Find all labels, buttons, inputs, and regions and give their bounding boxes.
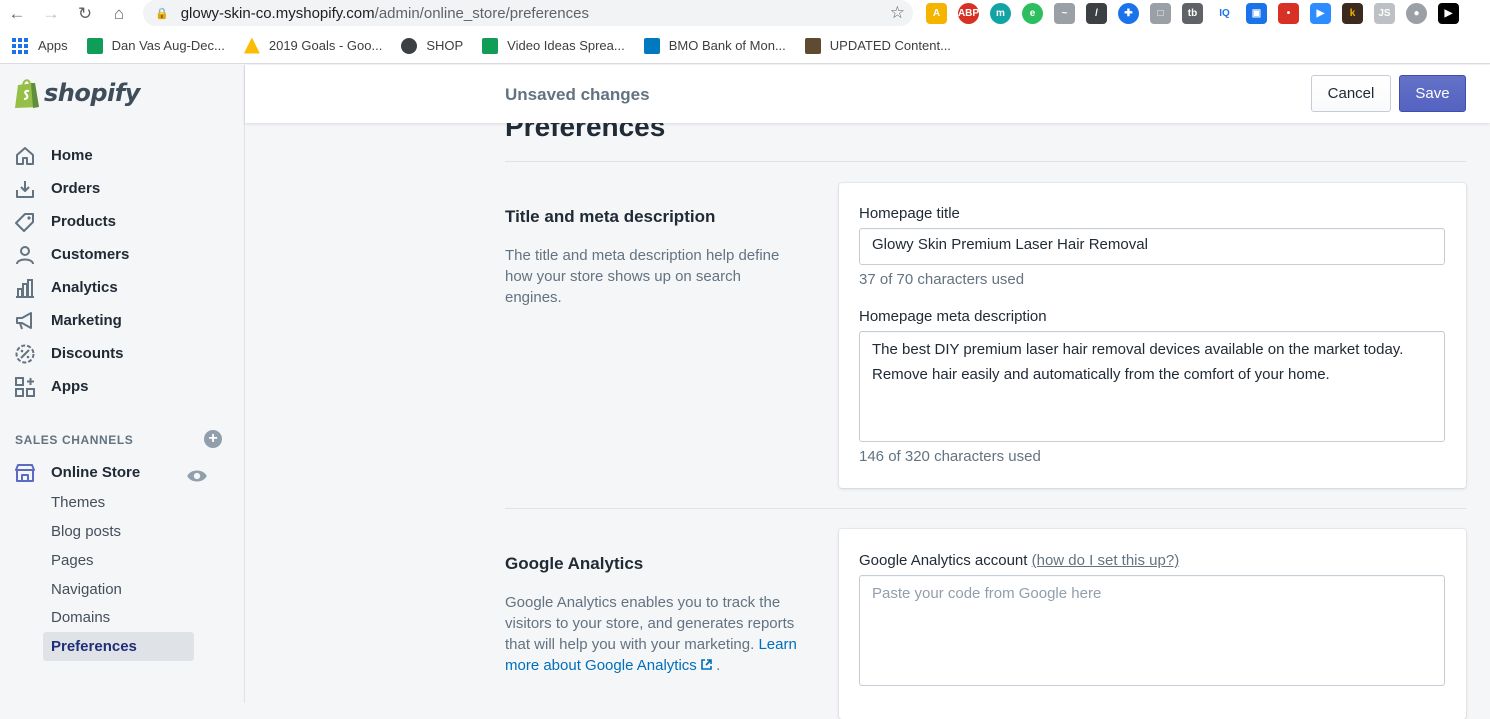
bookmark-item[interactable]: Video Ideas Sprea... bbox=[482, 37, 625, 54]
title-meta-card: Homepage title 37 of 70 characters used … bbox=[839, 183, 1466, 488]
nav-home[interactable]: Home bbox=[14, 139, 234, 172]
extension-icon[interactable]: □ bbox=[1150, 3, 1171, 24]
sheets-icon bbox=[482, 37, 499, 54]
meta-description-label: Homepage meta description bbox=[859, 308, 1047, 325]
orders-icon bbox=[16, 180, 34, 198]
google-analytics-heading: Google Analytics bbox=[505, 554, 644, 573]
bookmark-item[interactable]: 2019 Goals - Goo... bbox=[243, 37, 382, 54]
cancel-button[interactable]: Cancel bbox=[1311, 75, 1391, 112]
divider bbox=[505, 161, 1466, 162]
unsaved-changes-text: Unsaved changes bbox=[505, 85, 650, 104]
back-icon[interactable]: ← bbox=[0, 0, 34, 28]
adblock-icon[interactable]: ABP bbox=[958, 3, 979, 24]
google-analytics-description: Google Analytics enables you to track th… bbox=[505, 594, 797, 674]
nav-orders[interactable]: Orders bbox=[14, 172, 234, 205]
extension-icon[interactable]: A bbox=[926, 3, 947, 24]
nav-customers[interactable]: Customers bbox=[14, 238, 234, 271]
forward-icon[interactable]: → bbox=[34, 0, 68, 28]
extension-icon[interactable]: ● bbox=[1406, 3, 1427, 24]
setup-help-link[interactable]: (how do I set this up?) bbox=[1032, 552, 1180, 569]
homepage-title-label: Homepage title bbox=[859, 205, 960, 222]
home-icon bbox=[16, 146, 34, 165]
lock-icon: 🔒 bbox=[155, 7, 169, 20]
sub-item-preferences[interactable]: Preferences bbox=[43, 632, 194, 661]
sub-item-pages[interactable]: Pages bbox=[43, 546, 194, 575]
sidebar: shopify Home Orders Products Customers A… bbox=[0, 65, 245, 703]
nav-analytics[interactable]: Analytics bbox=[14, 271, 234, 304]
save-button[interactable]: Save bbox=[1399, 75, 1466, 112]
extension-icon[interactable]: ~ bbox=[1054, 3, 1075, 24]
analytics-code-textarea[interactable] bbox=[859, 575, 1445, 686]
apps-grid-icon bbox=[12, 37, 28, 54]
tag-icon bbox=[15, 212, 34, 232]
bookmark-item[interactable]: Dan Vas Aug-Dec... bbox=[86, 37, 225, 54]
document-icon bbox=[804, 37, 821, 54]
bookmark-star-icon[interactable]: ☆ bbox=[890, 3, 905, 23]
bookmark-item[interactable]: SHOP bbox=[401, 37, 463, 54]
extension-icon[interactable]: m bbox=[990, 3, 1011, 24]
address-bar[interactable]: 🔒 glowy-skin-co.myshopify.com/admin/onli… bbox=[143, 0, 913, 26]
extension-icon[interactable]: / bbox=[1086, 3, 1107, 24]
nav-marketing[interactable]: Marketing bbox=[14, 304, 234, 337]
drive-icon bbox=[243, 37, 260, 54]
extension-icon[interactable]: k bbox=[1342, 3, 1363, 24]
meta-description-count: 146 of 320 characters used bbox=[859, 448, 1041, 465]
bookmark-apps[interactable]: Apps bbox=[12, 37, 68, 54]
homepage-title-input[interactable] bbox=[859, 228, 1445, 265]
contextual-save-bar: Unsaved changes Cancel Save bbox=[245, 65, 1490, 123]
extension-icon[interactable]: IQ bbox=[1214, 3, 1235, 24]
sub-item-navigation[interactable]: Navigation bbox=[43, 575, 194, 604]
store-icon bbox=[15, 463, 35, 482]
bar-chart-icon bbox=[16, 278, 34, 298]
bookmark-item[interactable]: BMO Bank of Mon... bbox=[643, 37, 786, 54]
title-meta-description: The title and meta description help defi… bbox=[505, 247, 780, 306]
extension-icon[interactable]: JS bbox=[1374, 3, 1395, 24]
home-browser-icon[interactable]: ⌂ bbox=[102, 0, 136, 28]
globe-icon bbox=[401, 37, 418, 54]
url-path: /admin/online_store/preferences bbox=[374, 4, 589, 22]
sub-item-blog-posts[interactable]: Blog posts bbox=[43, 517, 194, 546]
apps-icon bbox=[15, 376, 35, 397]
title-meta-heading: Title and meta description bbox=[505, 207, 716, 226]
add-channel-icon[interactable]: + bbox=[204, 430, 222, 448]
meta-description-textarea[interactable]: The best DIY premium laser hair removal … bbox=[859, 331, 1445, 442]
extension-icons: A ABP m e ~ / ✚ □ tb IQ ▣ • ▶ k JS ● ▶ bbox=[926, 3, 1459, 24]
eye-icon[interactable] bbox=[186, 465, 208, 487]
shopify-logo[interactable]: shopify bbox=[14, 77, 140, 109]
nav-apps[interactable]: Apps bbox=[14, 370, 234, 403]
google-analytics-card: Google Analytics account (how do I set t… bbox=[839, 529, 1466, 719]
browser-toolbar: ← → ↻ ⌂ 🔒 glowy-skin-co.myshopify.com/ad… bbox=[0, 0, 1490, 28]
extension-icon[interactable]: • bbox=[1278, 3, 1299, 24]
nav-products[interactable]: Products bbox=[14, 205, 234, 238]
reload-icon[interactable]: ↻ bbox=[68, 0, 102, 28]
shopify-bag-icon bbox=[15, 79, 39, 108]
divider bbox=[505, 508, 1466, 509]
extension-icon[interactable]: ▣ bbox=[1246, 3, 1267, 24]
sub-item-domains[interactable]: Domains bbox=[43, 603, 194, 632]
logo-text: shopify bbox=[44, 79, 140, 107]
extension-icon[interactable]: ▶ bbox=[1438, 3, 1459, 24]
nav-discounts[interactable]: Discounts bbox=[14, 337, 234, 370]
url-host: glowy-skin-co.myshopify.com bbox=[180, 4, 375, 22]
homepage-title-count: 37 of 70 characters used bbox=[859, 271, 1025, 288]
bookmarks-bar: Apps Dan Vas Aug-Dec... 2019 Goals - Goo… bbox=[0, 28, 1490, 64]
bookmark-item[interactable]: UPDATED Content... bbox=[804, 37, 951, 54]
discount-icon bbox=[15, 344, 35, 363]
sales-channels-title: SALES CHANNELS bbox=[15, 433, 134, 447]
bank-icon bbox=[643, 37, 660, 54]
analytics-account-label: Google Analytics account (how do I set t… bbox=[859, 552, 1180, 569]
extension-icon[interactable]: tb bbox=[1182, 3, 1203, 24]
extension-icon[interactable]: ✚ bbox=[1118, 3, 1139, 24]
zoom-icon[interactable]: ▶ bbox=[1310, 3, 1331, 24]
person-icon bbox=[16, 245, 34, 264]
sheets-icon bbox=[86, 37, 103, 54]
nav-online-store[interactable]: Online Store bbox=[14, 456, 229, 489]
external-link-icon bbox=[701, 659, 712, 670]
evernote-icon[interactable]: e bbox=[1022, 3, 1043, 24]
megaphone-icon bbox=[16, 311, 32, 329]
sub-item-themes[interactable]: Themes bbox=[43, 488, 194, 517]
